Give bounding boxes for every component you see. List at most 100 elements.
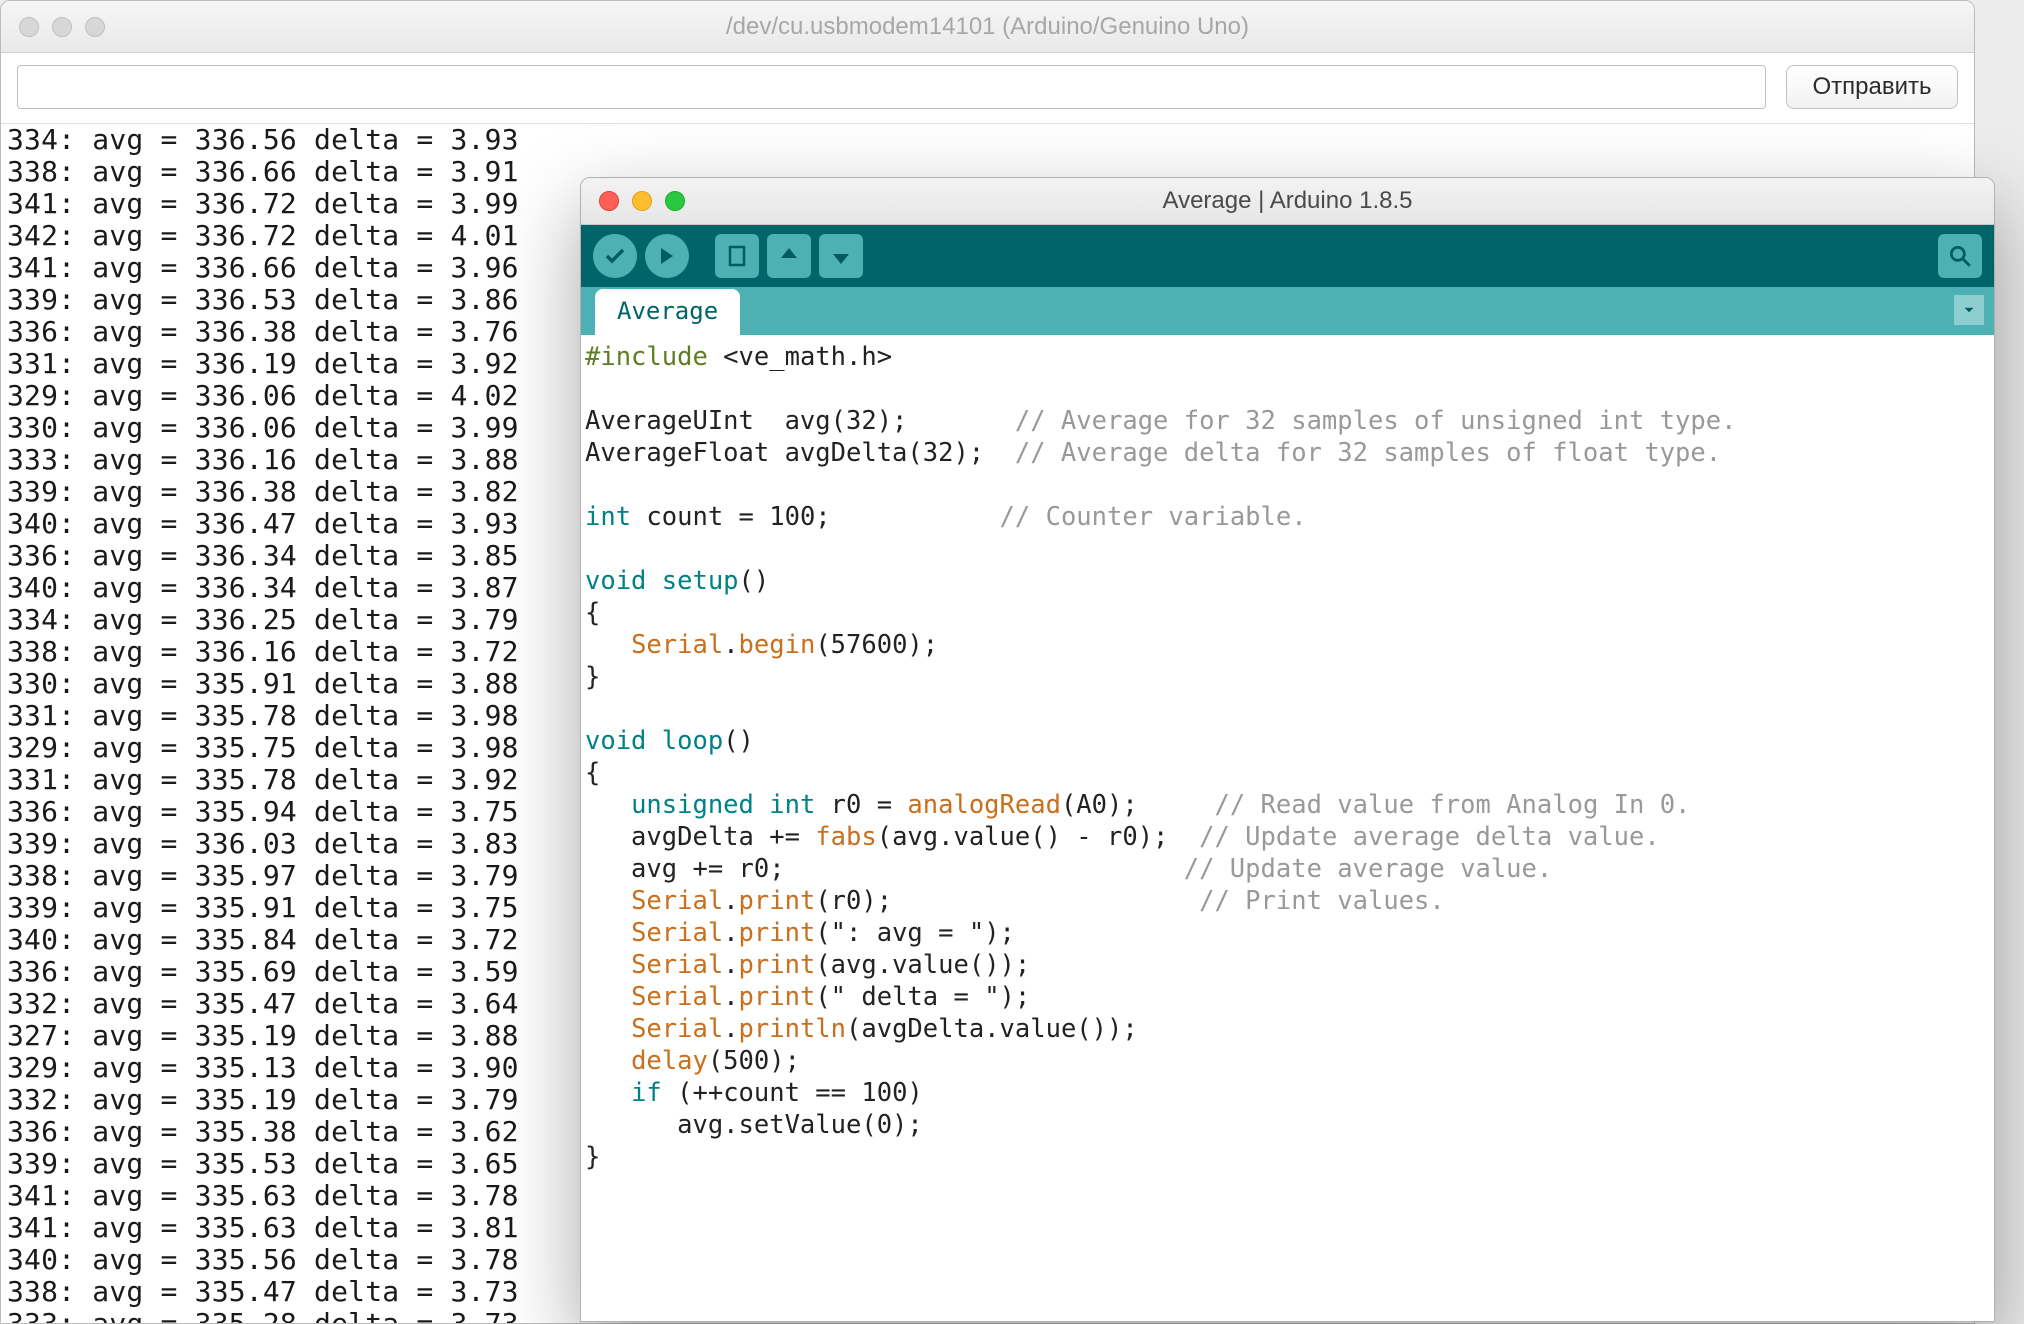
- code-token: avgDelta +=: [585, 822, 815, 852]
- upload-button[interactable]: [645, 234, 689, 278]
- serial-send-row: Отправить: [1, 53, 1974, 124]
- code-token: (57600);: [815, 630, 938, 660]
- tab-menu-button[interactable]: [1954, 295, 1984, 325]
- code-comment: // Update average value.: [1184, 854, 1552, 884]
- code-token: (A0);: [1061, 790, 1215, 820]
- code-token: if: [631, 1078, 662, 1108]
- code-comment: // Average delta for 32 samples of float…: [1015, 438, 1721, 468]
- code-token: AverageUInt avg(32);: [585, 406, 1015, 436]
- code-token: .: [723, 982, 738, 1012]
- arrow-right-icon: [655, 244, 679, 268]
- code-token: delay: [631, 1046, 708, 1076]
- traffic-lights: [599, 191, 685, 211]
- code-token: print: [739, 918, 816, 948]
- magnifier-icon: [1947, 243, 1973, 269]
- file-icon: [725, 244, 749, 268]
- arrow-up-icon: [777, 244, 801, 268]
- open-button[interactable]: [767, 234, 811, 278]
- code-token: }: [585, 662, 600, 692]
- code-token: .: [723, 630, 738, 660]
- chevron-down-icon: [1960, 301, 1978, 319]
- code-token: (": avg = ");: [815, 918, 1015, 948]
- code-token: }: [585, 1142, 600, 1172]
- serial-window-title: /dev/cu.usbmodem14101 (Arduino/Genuino U…: [1, 13, 1974, 41]
- ide-toolbar: [581, 225, 1994, 287]
- code-token: (r0);: [815, 886, 1199, 916]
- code-token: print: [739, 982, 816, 1012]
- save-button[interactable]: [819, 234, 863, 278]
- code-token: [585, 982, 631, 1012]
- code-token: unsigned int: [631, 790, 815, 820]
- code-token: [585, 1014, 631, 1044]
- minimize-icon[interactable]: [632, 191, 652, 211]
- code-token: (): [723, 726, 754, 756]
- zoom-icon[interactable]: [665, 191, 685, 211]
- ide-titlebar: Average | Arduino 1.8.5: [581, 178, 1994, 225]
- code-token: (avgDelta.value());: [846, 1014, 1138, 1044]
- code-token: [585, 1046, 631, 1076]
- code-token: Serial: [631, 630, 723, 660]
- code-token: [585, 950, 631, 980]
- zoom-icon[interactable]: [85, 17, 105, 37]
- code-token: avg += r0;: [585, 854, 1184, 884]
- code-token: (): [739, 566, 770, 596]
- arduino-ide-window: Average | Arduino 1.8.5 Average #include…: [580, 177, 1995, 1322]
- code-token: setup: [646, 566, 738, 596]
- code-token: [585, 1078, 631, 1108]
- traffic-lights-inactive: [19, 17, 105, 37]
- code-token: println: [739, 1014, 846, 1044]
- code-editor[interactable]: #include <ve_math.h> AverageUInt avg(32)…: [581, 335, 1994, 1173]
- code-token: .: [723, 1014, 738, 1044]
- code-token: void: [585, 726, 646, 756]
- code-token: {: [585, 758, 600, 788]
- code-token: [585, 790, 631, 820]
- code-token: (" delta = ");: [815, 982, 1030, 1012]
- serial-input[interactable]: [17, 65, 1766, 109]
- ide-tabbar: Average: [581, 287, 1994, 335]
- code-token: loop: [646, 726, 723, 756]
- code-token: (500);: [708, 1046, 800, 1076]
- tab-average[interactable]: Average: [595, 289, 740, 335]
- code-token: (avg.value() - r0);: [877, 822, 1199, 852]
- code-token: .: [723, 918, 738, 948]
- code-token: [585, 918, 631, 948]
- code-token: int: [585, 502, 631, 532]
- code-token: fabs: [815, 822, 876, 852]
- verify-button[interactable]: [593, 234, 637, 278]
- code-token: AverageFloat avgDelta(32);: [585, 438, 1015, 468]
- code-comment: // Average for 32 samples of unsigned in…: [1015, 406, 1737, 436]
- arrow-down-icon: [829, 244, 853, 268]
- check-icon: [603, 244, 627, 268]
- code-token: [585, 886, 631, 916]
- code-token: r0 =: [815, 790, 907, 820]
- close-icon[interactable]: [599, 191, 619, 211]
- code-token: Serial: [631, 950, 723, 980]
- code-token: {: [585, 598, 600, 628]
- code-token: .: [723, 886, 738, 916]
- code-token: Serial: [631, 1014, 723, 1044]
- send-button[interactable]: Отправить: [1786, 65, 1958, 109]
- code-token: Serial: [631, 886, 723, 916]
- code-comment: // Print values.: [1199, 886, 1445, 916]
- code-token: avg.setValue(0);: [585, 1110, 923, 1140]
- code-token: .: [723, 950, 738, 980]
- code-token: [585, 630, 631, 660]
- code-token: analogRead: [907, 790, 1061, 820]
- code-token: begin: [739, 630, 816, 660]
- code-token: <ve_math.h>: [708, 342, 892, 372]
- code-token: print: [739, 950, 816, 980]
- code-comment: // Update average delta value.: [1199, 822, 1660, 852]
- code-comment: // Read value from Analog In 0.: [1214, 790, 1690, 820]
- code-token: Serial: [631, 982, 723, 1012]
- new-button[interactable]: [715, 234, 759, 278]
- minimize-icon[interactable]: [52, 17, 72, 37]
- code-token: (avg.value());: [815, 950, 1030, 980]
- code-token: Serial: [631, 918, 723, 948]
- close-icon[interactable]: [19, 17, 39, 37]
- code-token: void: [585, 566, 646, 596]
- serial-titlebar: /dev/cu.usbmodem14101 (Arduino/Genuino U…: [1, 1, 1974, 53]
- code-token: #include: [585, 342, 708, 372]
- serial-monitor-button[interactable]: [1938, 234, 1982, 278]
- code-comment: // Counter variable.: [1000, 502, 1307, 532]
- code-token: (++count == 100): [662, 1078, 923, 1108]
